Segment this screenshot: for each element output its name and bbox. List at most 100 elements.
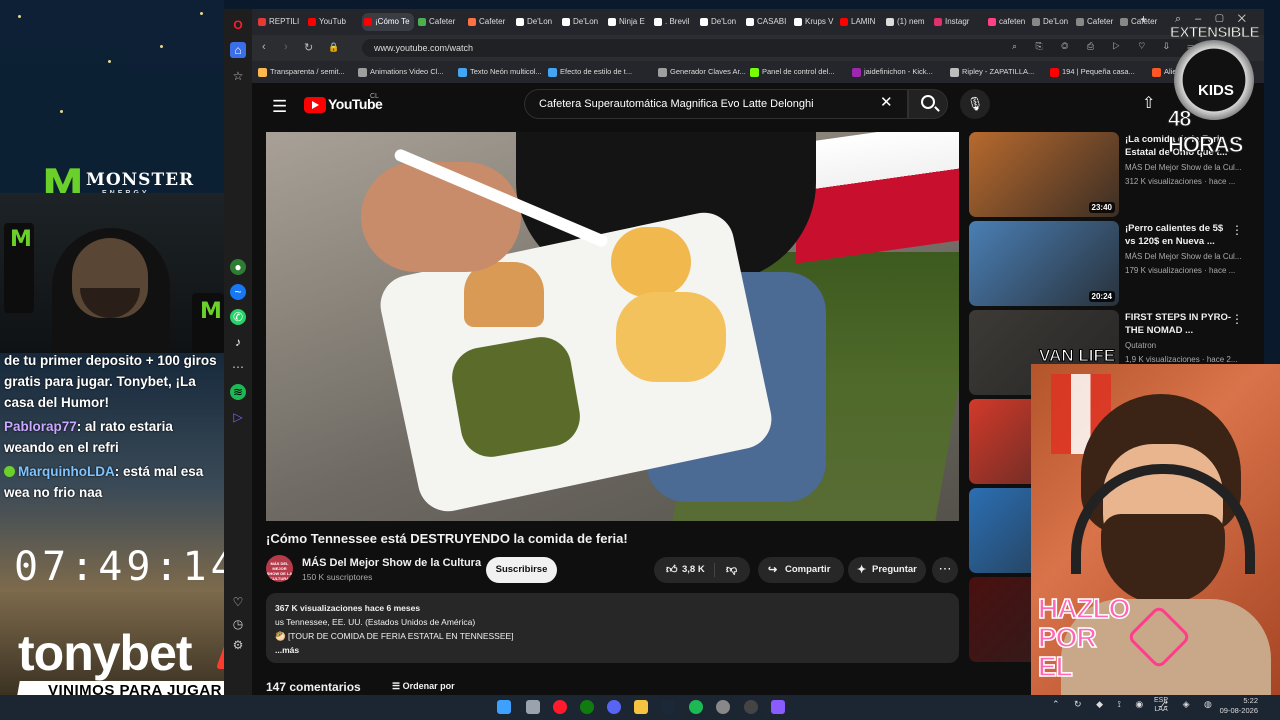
opera-logo-icon[interactable]: O [230, 17, 246, 33]
kebab-menu-icon[interactable]: ⋮ [1231, 223, 1243, 237]
like-icon[interactable]: 👍︎ [666, 557, 678, 583]
related-meta: 179 K visualizaciones · hace ... [1125, 266, 1236, 275]
obs-icon[interactable] [716, 700, 730, 714]
bookmark-item[interactable]: Animations Video Cl... [358, 65, 444, 79]
spotify-taskbar-icon[interactable] [689, 700, 703, 714]
bookmark-item[interactable]: jaidefinichon - Kick... [852, 65, 933, 79]
show-more-link[interactable]: ...más [275, 643, 950, 657]
forward-arrow-icon[interactable]: › [284, 41, 288, 53]
settings-gear-icon[interactable]: ⚙ [230, 637, 246, 653]
related-title[interactable]: FIRST STEPS IN PYRO- THE NOMAD ... [1125, 311, 1233, 337]
video-player[interactable] [266, 132, 959, 521]
clear-search-icon[interactable]: ✕ [880, 93, 893, 111]
clock[interactable]: 5:22 09-08-2026 [1212, 696, 1258, 716]
browser-tab[interactable]: Krups V [792, 13, 836, 31]
kebab-menu-icon[interactable]: ⋮ [1231, 312, 1243, 326]
like-dislike-group: 👍︎ 3,8 K 👎︎ [654, 557, 750, 583]
subscribe-button[interactable]: Suscribirse [486, 557, 557, 583]
browser-tab[interactable]: . Brevil [652, 13, 696, 31]
search-input[interactable]: Cafetera Superautomática Magnifica Evo L… [524, 89, 908, 119]
chat-message: de tu primer deposito + 100 giros gratis… [4, 353, 217, 410]
app-icon[interactable] [744, 700, 758, 714]
video-thumbnail[interactable]: 20:24 [969, 221, 1119, 306]
browser-tab[interactable]: De'Lon [698, 13, 742, 31]
browser-tab[interactable]: Cafeter [416, 13, 464, 31]
sort-comments-button[interactable]: ☰ Ordenar por [392, 681, 455, 692]
task-view-icon[interactable] [526, 700, 540, 714]
system-tray[interactable]: ⌃ ↻ ◆ ⟟ ◉ ⎇ ◈ ◍ [1052, 699, 1218, 710]
energy-can: M [192, 293, 224, 353]
bookmark-item[interactable]: Panel de control del... [750, 65, 835, 79]
more-apps-icon[interactable]: ⋯ [230, 359, 246, 375]
history-icon[interactable]: ◷ [230, 616, 246, 632]
youtube-logo-icon[interactable] [304, 97, 326, 113]
file-explorer-icon[interactable] [634, 700, 648, 714]
bookmark-item[interactable]: Efecto de estilo de t... [548, 65, 632, 79]
browser-tab[interactable]: De'Lon [560, 13, 604, 31]
opera-taskbar-icon[interactable] [553, 700, 567, 714]
browser-tab[interactable]: LAMIN [838, 13, 882, 31]
channel-name[interactable]: MÁS Del Mejor Show de la Cultura [302, 557, 481, 569]
related-channel[interactable]: MÁS Del Mejor Show de la Cul... [1125, 163, 1245, 172]
tiktok-icon[interactable]: ♪ [230, 334, 246, 350]
video-description[interactable]: 367 K visualizaciones hace 6 meses us Te… [266, 593, 959, 663]
dislike-icon[interactable]: 👎︎ [726, 557, 737, 583]
browser-tab[interactable]: (1) nem [884, 13, 930, 31]
subscriber-count: 150 K suscriptores [302, 572, 373, 582]
chat-app-icon[interactable]: ● [230, 259, 246, 275]
related-channel[interactable]: Qutatron [1125, 341, 1245, 350]
related-meta: 1,9 K visualizaciones · hace 2... [1125, 355, 1238, 364]
sparkle-icon: ✦ [857, 564, 867, 576]
channel-avatar[interactable]: MÁS DEL MEJOR SHOW DE LA CULTURA [266, 555, 293, 582]
whatsapp-icon[interactable]: ✆ [230, 309, 246, 325]
hamburger-menu-icon[interactable]: ☰ [272, 97, 287, 117]
share-button[interactable]: ↪ Compartir [758, 557, 844, 583]
start-menu-icon[interactable] [497, 700, 511, 714]
star-bookmark-icon[interactable]: ☆ [230, 68, 246, 84]
messenger-icon[interactable]: ~ [230, 284, 246, 300]
browser-tab[interactable]: YouTub [306, 13, 360, 31]
browser-tab[interactable]: CASABI [744, 13, 790, 31]
star-decoration [108, 60, 111, 63]
browser-tab[interactable]: De'Lon [1030, 13, 1072, 31]
back-arrow-icon[interactable]: ‹ [262, 41, 266, 53]
bookmark-item[interactable]: Texto Neón multicol... [458, 65, 542, 79]
location-tag[interactable]: us Tennessee, EE. UU. (Estados Unidos de… [275, 615, 950, 629]
video-thumbnail[interactable]: 23:40 [969, 132, 1119, 217]
browser-tab[interactable]: Cafeter [1118, 13, 1160, 31]
related-title[interactable]: ¡Perro calientes de 5$ vs 120$ en Nueva … [1125, 222, 1233, 248]
browser-tab[interactable]: REPTILI [256, 13, 304, 31]
browser-tab[interactable]: Ninja E [606, 13, 650, 31]
app-icon[interactable] [771, 700, 785, 714]
browser-tab[interactable]: ¡Cómo Te [362, 13, 414, 31]
related-video[interactable]: 20:24 ¡Perro calientes de 5$ vs 120$ en N… [969, 221, 1249, 307]
browser-tab[interactable]: Instagr [932, 13, 978, 31]
ask-button[interactable]: ✦ Preguntar [848, 557, 926, 583]
steam-icon[interactable] [661, 700, 675, 714]
player-icon[interactable]: ▷ [230, 409, 246, 425]
voice-search-icon[interactable]: 🎙 [960, 89, 990, 119]
browser-tab[interactable]: Cafeter [466, 13, 512, 31]
language-indicator[interactable]: ESP LAA [1154, 696, 1168, 714]
spotify-icon[interactable]: ≋ [230, 384, 246, 400]
browser-tab[interactable]: cafeten [986, 13, 1028, 31]
bookmark-item[interactable]: Transparenta / semit... [258, 65, 345, 79]
reload-icon[interactable]: ↻ [304, 41, 313, 54]
xbox-icon[interactable] [580, 700, 594, 714]
more-actions-icon[interactable]: ⋯ [932, 557, 958, 583]
upload-icon[interactable]: ⇧ [1142, 93, 1155, 113]
search-button[interactable] [908, 89, 948, 119]
bookmark-item[interactable]: 194 | Pequeña casa... [1050, 65, 1135, 79]
browser-tab[interactable]: Cafeter [1074, 13, 1116, 31]
bookmark-item[interactable]: Ripley - ZAPATILLA... [950, 65, 1034, 79]
discord-icon[interactable] [607, 700, 621, 714]
heart-icon[interactable]: ♡ [230, 594, 246, 610]
bookmark-item[interactable]: Generador Claves Ar... [658, 65, 746, 79]
home-icon[interactable]: ⌂ [230, 42, 246, 58]
hazlo-por-el-text: HAZLO POR EL [1037, 593, 1131, 682]
like-count[interactable]: 3,8 K [682, 557, 705, 583]
new-tab-button[interactable]: + [1140, 12, 1147, 26]
tab-bar: REPTILI YouTub ¡Cómo Te Cafeter Cafeter De'Lo… [252, 9, 1264, 35]
related-channel[interactable]: MÁS Del Mejor Show de la Cul... [1125, 252, 1245, 261]
browser-tab[interactable]: De'Lon [514, 13, 558, 31]
